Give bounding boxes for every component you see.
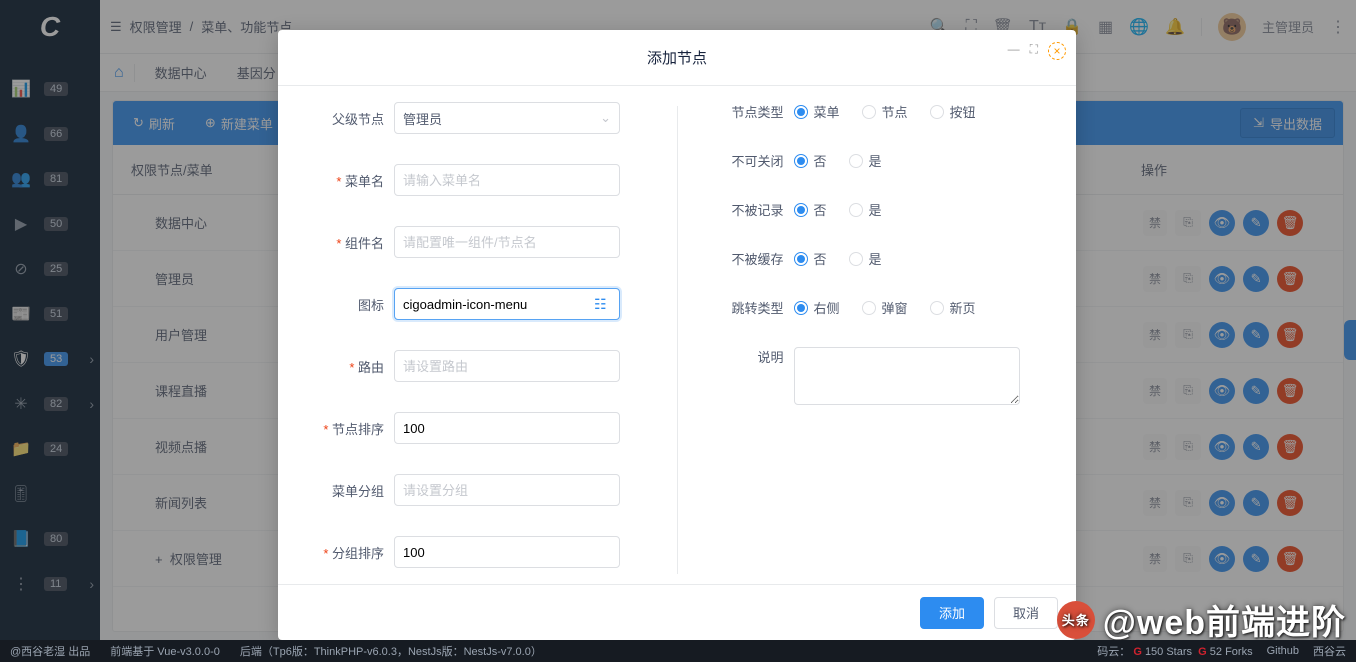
radio-no[interactable]: 否 [794,151,827,170]
github-link[interactable]: Github [1267,645,1299,657]
ok-button[interactable]: 添加 [920,597,984,629]
radio-right[interactable]: 右侧 [794,298,840,317]
footer-backend: 后端（Tp6版：ThinkPHP-v6.0.3，NestJs版：NestJs-v… [240,643,542,659]
radio-menu[interactable]: 菜单 [794,102,840,121]
footer-author: @西谷老湿 出品 [10,643,90,659]
cloud-link[interactable]: 西谷云 [1313,643,1346,659]
label-no-record: 不被记录 [708,200,794,219]
stars-link[interactable]: 150 Stars [1145,646,1192,658]
radio-button[interactable]: 按钮 [930,102,976,121]
jump-type-radio-group: 右侧 弹窗 新页 [794,298,976,317]
minimize-icon[interactable]: — [1008,42,1020,60]
add-node-modal: 添加节点 — ⛶ × 父级节点 管理员⌄ 菜单名 组件名 图标 ☷ 路由 节点排… [278,30,1076,640]
route-input[interactable] [394,350,620,382]
modal-header: 添加节点 — ⛶ × [278,30,1076,86]
label-desc: 说明 [708,347,794,366]
label-parent: 父级节点 [308,109,394,128]
cancel-button[interactable]: 取消 [994,597,1058,629]
label-node-type: 节点类型 [708,102,794,121]
watermark-badge: 头条 [1057,601,1095,639]
radio-yes-3[interactable]: 是 [849,249,882,268]
radio-yes[interactable]: 是 [849,151,882,170]
label-group-order: 分组排序 [308,543,394,562]
label-no-close: 不可关闭 [708,151,794,170]
label-route: 路由 [308,357,394,376]
no-cache-radio-group: 否 是 [794,249,882,268]
modal-title: 添加节点 [647,47,707,68]
label-component: 组件名 [308,233,394,252]
menu-name-input[interactable] [394,164,620,196]
radio-newpage[interactable]: 新页 [930,298,976,317]
no-close-radio-group: 否 是 [794,151,882,170]
radio-no-2[interactable]: 否 [794,200,827,219]
footer-frontend: 前端基于 Vue-v3.0.0-0 [110,643,220,659]
icon-input[interactable] [394,288,620,320]
radio-yes-2[interactable]: 是 [849,200,882,219]
desc-textarea[interactable] [794,347,1020,405]
node-type-radio-group: 菜单 节点 按钮 [794,102,976,121]
chevron-down-icon: ⌄ [600,110,611,126]
label-jump-type: 跳转类型 [708,298,794,317]
no-record-radio-group: 否 是 [794,200,882,219]
modal-footer: 添加 取消 [278,584,1076,640]
maximize-icon[interactable]: ⛶ [1030,42,1038,60]
label-node-order: 节点排序 [308,419,394,438]
radio-no-3[interactable]: 否 [794,249,827,268]
label-no-cache: 不被缓存 [708,249,794,268]
node-order-input[interactable] [394,412,620,444]
label-icon: 图标 [308,295,394,314]
label-group: 菜单分组 [308,481,394,500]
label-name: 菜单名 [308,171,394,190]
watermark-text: @web前端进阶 [1103,595,1346,644]
close-icon[interactable]: × [1048,42,1066,60]
forks-link[interactable]: 52 Forks [1210,646,1253,658]
radio-popup[interactable]: 弹窗 [862,298,908,317]
component-input[interactable] [394,226,620,258]
group-input[interactable] [394,474,620,506]
footer: @西谷老湿 出品 前端基于 Vue-v3.0.0-0 后端（Tp6版：Think… [0,640,1356,662]
radio-node[interactable]: 节点 [862,102,908,121]
watermark: 头条 @web前端进阶 [1057,595,1346,644]
group-order-input[interactable] [394,536,620,568]
parent-select[interactable]: 管理员⌄ [394,102,620,134]
